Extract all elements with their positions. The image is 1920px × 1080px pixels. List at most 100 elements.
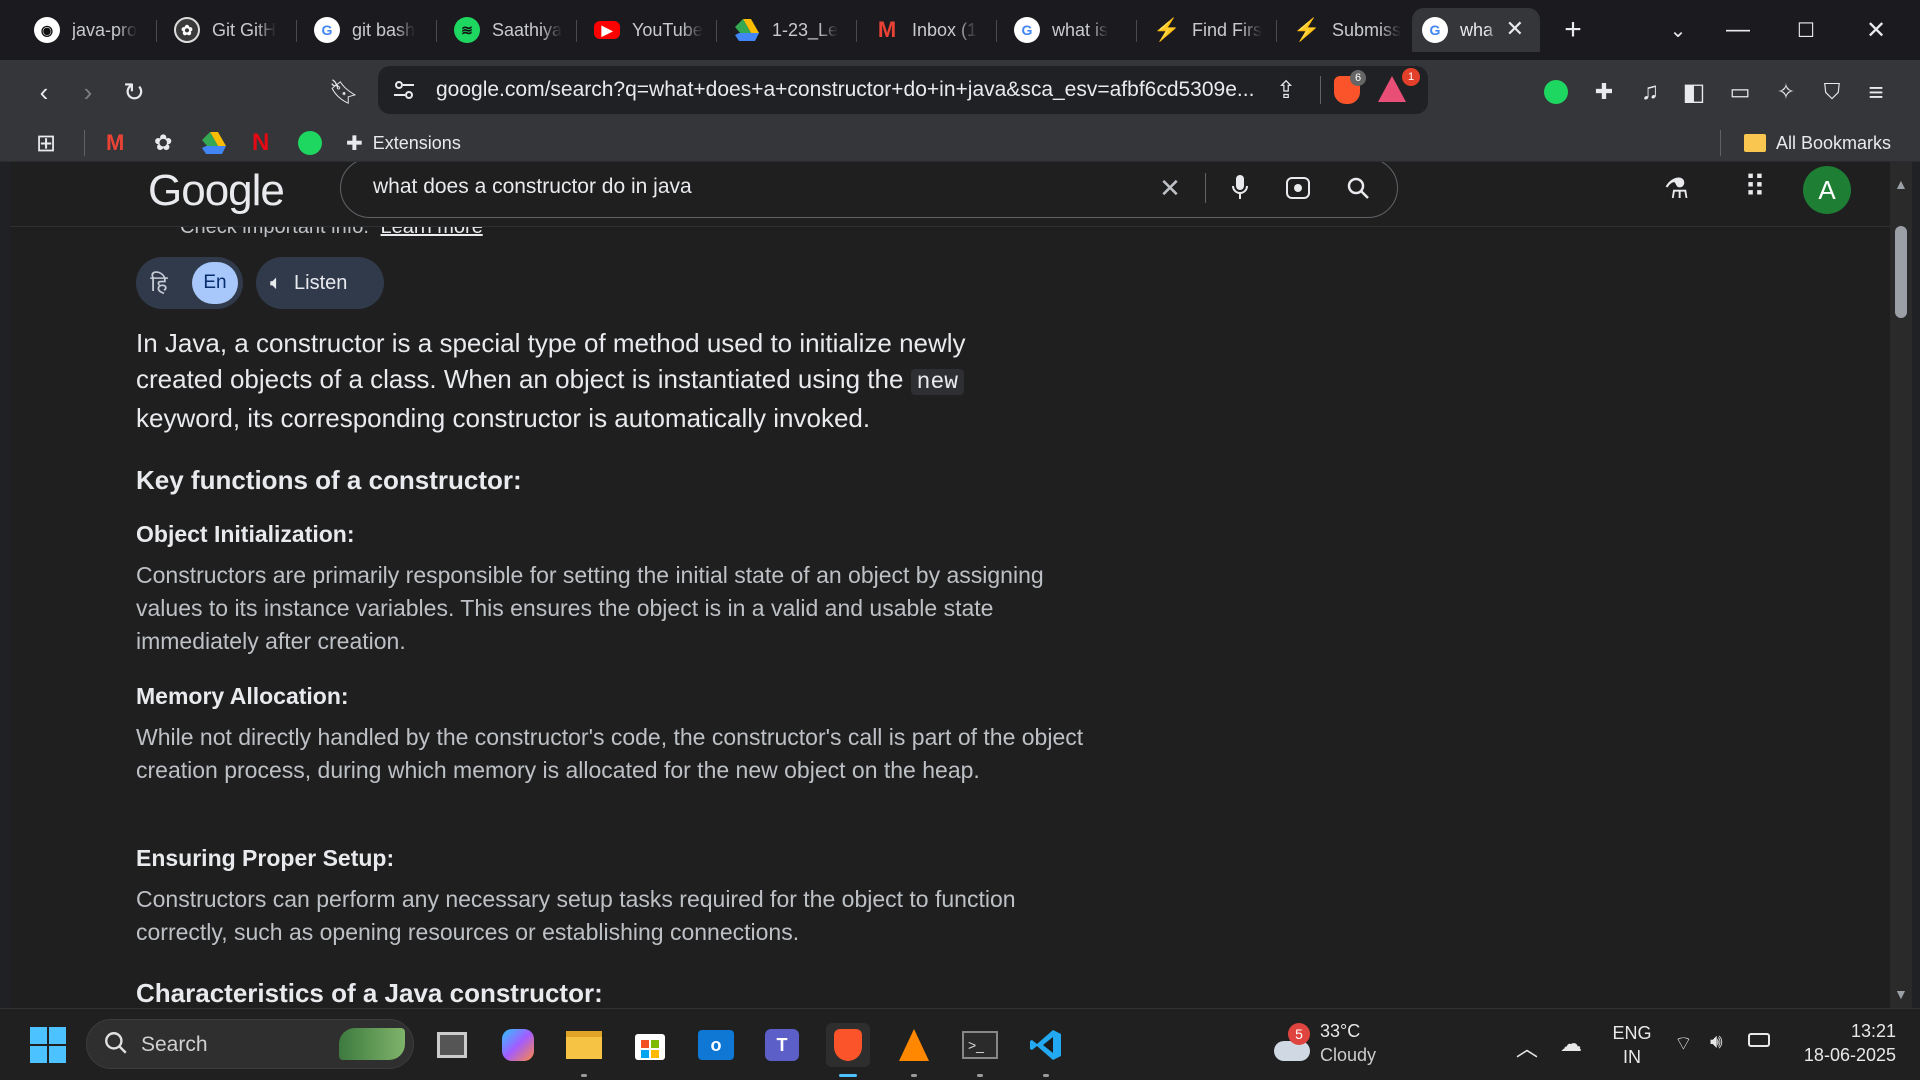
vscode-icon[interactable] bbox=[1024, 1023, 1068, 1077]
speaker-icon: 🔈︎ bbox=[270, 271, 282, 294]
google-header: Google what does a constructor do in jav… bbox=[10, 162, 1890, 227]
google-logo[interactable]: Google bbox=[148, 166, 285, 216]
scroll-thumb[interactable] bbox=[1895, 226, 1907, 318]
tab-chatgpt[interactable]: ✿ Git GitH bbox=[164, 8, 286, 52]
reload-icon[interactable]: ↻ bbox=[116, 74, 152, 110]
tab-label: java-pro bbox=[72, 19, 138, 40]
google-icon: G bbox=[1014, 17, 1040, 43]
scroll-up-arrow-icon[interactable]: ▲ bbox=[1894, 176, 1908, 192]
lang-eng[interactable]: ENG bbox=[1612, 1023, 1652, 1044]
new-tab-button[interactable]: + bbox=[1545, 8, 1601, 52]
volume-icon[interactable]: 🔊︎ bbox=[1710, 1031, 1723, 1054]
lang-in[interactable]: IN bbox=[1612, 1047, 1652, 1068]
share-icon[interactable]: ⇪ bbox=[1276, 76, 1296, 105]
close-tab-icon[interactable]: ✕ bbox=[1506, 16, 1524, 42]
weather-temp[interactable]: 33°C bbox=[1320, 1021, 1360, 1042]
tab-google-git-bash[interactable]: G git bash bbox=[304, 8, 426, 52]
spotify-extension-icon[interactable] bbox=[1538, 74, 1574, 110]
tab-search-chevron-icon[interactable]: ⌄ bbox=[1650, 8, 1706, 52]
netflix-bookmark-icon[interactable]: N bbox=[252, 129, 269, 156]
lang-english-option[interactable]: En bbox=[192, 262, 238, 304]
search-icon[interactable] bbox=[1341, 171, 1375, 205]
clock-date[interactable]: 18-06-2025 bbox=[1790, 1045, 1896, 1066]
sidebar-icon[interactable]: ◧ bbox=[1676, 74, 1712, 110]
tab-google-active[interactable]: G wha ✕ bbox=[1412, 8, 1540, 52]
chatgpt-bookmark-icon[interactable]: ✿ bbox=[154, 130, 172, 156]
tab-leetcode-find[interactable]: ⚡ Find Firs bbox=[1144, 8, 1272, 52]
file-explorer-icon[interactable] bbox=[562, 1023, 606, 1077]
labs-flask-icon[interactable]: ⚗ bbox=[1664, 172, 1689, 205]
spotify-bookmark-icon[interactable] bbox=[298, 130, 322, 156]
gmail-bookmark-icon[interactable]: M bbox=[106, 130, 124, 156]
show-hidden-icons-chevron[interactable]: ︿ bbox=[1516, 1031, 1538, 1063]
brave-browser-icon[interactable] bbox=[826, 1023, 870, 1077]
leo-ai-icon[interactable]: ✧ bbox=[1768, 74, 1804, 110]
teams-icon[interactable]: T bbox=[760, 1023, 804, 1067]
tab-label: 1-23_Le bbox=[772, 19, 839, 40]
tab-label: Submiss bbox=[1332, 19, 1402, 40]
microsoft-store-icon[interactable] bbox=[628, 1023, 672, 1067]
clear-search-icon[interactable]: ✕ bbox=[1153, 171, 1187, 205]
copilot-icon[interactable] bbox=[496, 1023, 540, 1067]
extensions-label: Extensions bbox=[372, 132, 461, 153]
youtube-icon: ▶ bbox=[594, 21, 620, 39]
tab-google-what-is[interactable]: G what is bbox=[1004, 8, 1126, 52]
tab-spotify[interactable]: ≋ Saathiya bbox=[444, 8, 566, 52]
close-window-button[interactable]: ✕ bbox=[1848, 8, 1904, 52]
answer-intro: In Java, a constructor is a special type… bbox=[136, 328, 966, 433]
tab-leetcode-submission[interactable]: ⚡ Submiss bbox=[1284, 8, 1412, 52]
apps-grid-icon[interactable]: ⊞ bbox=[36, 130, 56, 157]
wallet-icon[interactable]: ▭ bbox=[1722, 74, 1758, 110]
extensions-puzzle-icon[interactable]: ✚ bbox=[1586, 74, 1622, 110]
taskbar-search[interactable]: Search bbox=[86, 1019, 414, 1069]
github-icon: ◉ bbox=[34, 17, 60, 43]
onedrive-cloud-icon[interactable]: ☁ bbox=[1560, 1031, 1582, 1057]
folder-icon bbox=[1744, 134, 1766, 152]
terminal-icon[interactable]: >_ bbox=[958, 1023, 1002, 1077]
voice-search-icon[interactable] bbox=[1223, 171, 1257, 205]
lang-hindi-option[interactable]: हि bbox=[144, 268, 174, 298]
weather-widget-icon[interactable]: 5 bbox=[1270, 1023, 1320, 1067]
listen-button[interactable]: 🔈︎ Listen bbox=[256, 257, 384, 309]
tab-label: what is bbox=[1052, 19, 1109, 40]
drive-bookmark-icon[interactable] bbox=[202, 130, 226, 156]
vlc-icon[interactable] bbox=[892, 1023, 936, 1077]
key-functions-heading: Key functions of a constructor: bbox=[136, 465, 522, 495]
site-info-icon[interactable] bbox=[390, 76, 418, 104]
tab-github[interactable]: ◉ java-pro bbox=[24, 8, 146, 52]
address-bar[interactable]: google.com/search?q=what+does+a+construc… bbox=[378, 66, 1428, 114]
language-toggle[interactable]: हि En bbox=[136, 257, 243, 309]
wifi-icon[interactable]: ⌔ bbox=[1674, 1031, 1693, 1056]
tab-youtube[interactable]: ▶ YouTube bbox=[584, 8, 706, 52]
battery-icon[interactable] bbox=[1748, 1033, 1770, 1047]
shield-count-badge: 6 bbox=[1350, 70, 1366, 86]
vpn-shield-icon[interactable]: ⛉ bbox=[1814, 74, 1850, 110]
scroll-down-arrow-icon[interactable]: ▼ bbox=[1894, 986, 1908, 1002]
back-icon[interactable]: ‹ bbox=[26, 74, 62, 110]
search-query[interactable]: what does a constructor do in java bbox=[373, 175, 692, 199]
tab-gmail[interactable]: M Inbox (1 bbox=[864, 8, 986, 52]
clock-time[interactable]: 13:21 bbox=[1796, 1021, 1896, 1042]
url-text[interactable]: google.com/search?q=what+does+a+construc… bbox=[436, 78, 1254, 102]
minimize-button[interactable]: — bbox=[1710, 8, 1766, 52]
bookmark-icon[interactable]: 🔖︎ bbox=[326, 74, 362, 110]
page-scrollbar[interactable]: ▲ ▼ bbox=[1890, 162, 1912, 1008]
section-body: Constructors are primarily responsible f… bbox=[136, 562, 1044, 654]
weather-condition[interactable]: Cloudy bbox=[1320, 1045, 1376, 1066]
google-search-box[interactable]: what does a constructor do in java ✕ bbox=[340, 162, 1398, 218]
tab-drive[interactable]: 1-23_Le bbox=[724, 8, 846, 52]
google-apps-icon[interactable]: ⠿ bbox=[1744, 170, 1766, 205]
task-view-icon[interactable] bbox=[430, 1023, 474, 1067]
maximize-button[interactable]: ☐ bbox=[1778, 8, 1834, 52]
lens-search-icon[interactable] bbox=[1281, 171, 1315, 205]
leetcode-icon: ⚡ bbox=[1293, 17, 1321, 42]
all-bookmarks-folder[interactable]: All Bookmarks bbox=[1744, 130, 1891, 156]
menu-icon[interactable]: ≡ bbox=[1858, 74, 1894, 110]
start-button[interactable] bbox=[26, 1023, 70, 1067]
account-avatar[interactable]: A bbox=[1803, 166, 1851, 214]
extensions-bookmark[interactable]: ✚ Extensions bbox=[346, 130, 461, 156]
taskbar-search-label: Search bbox=[141, 1033, 208, 1056]
media-icon[interactable]: ♫ bbox=[1632, 74, 1668, 110]
forward-icon[interactable]: › bbox=[70, 74, 106, 110]
outlook-icon[interactable]: o bbox=[694, 1023, 738, 1067]
